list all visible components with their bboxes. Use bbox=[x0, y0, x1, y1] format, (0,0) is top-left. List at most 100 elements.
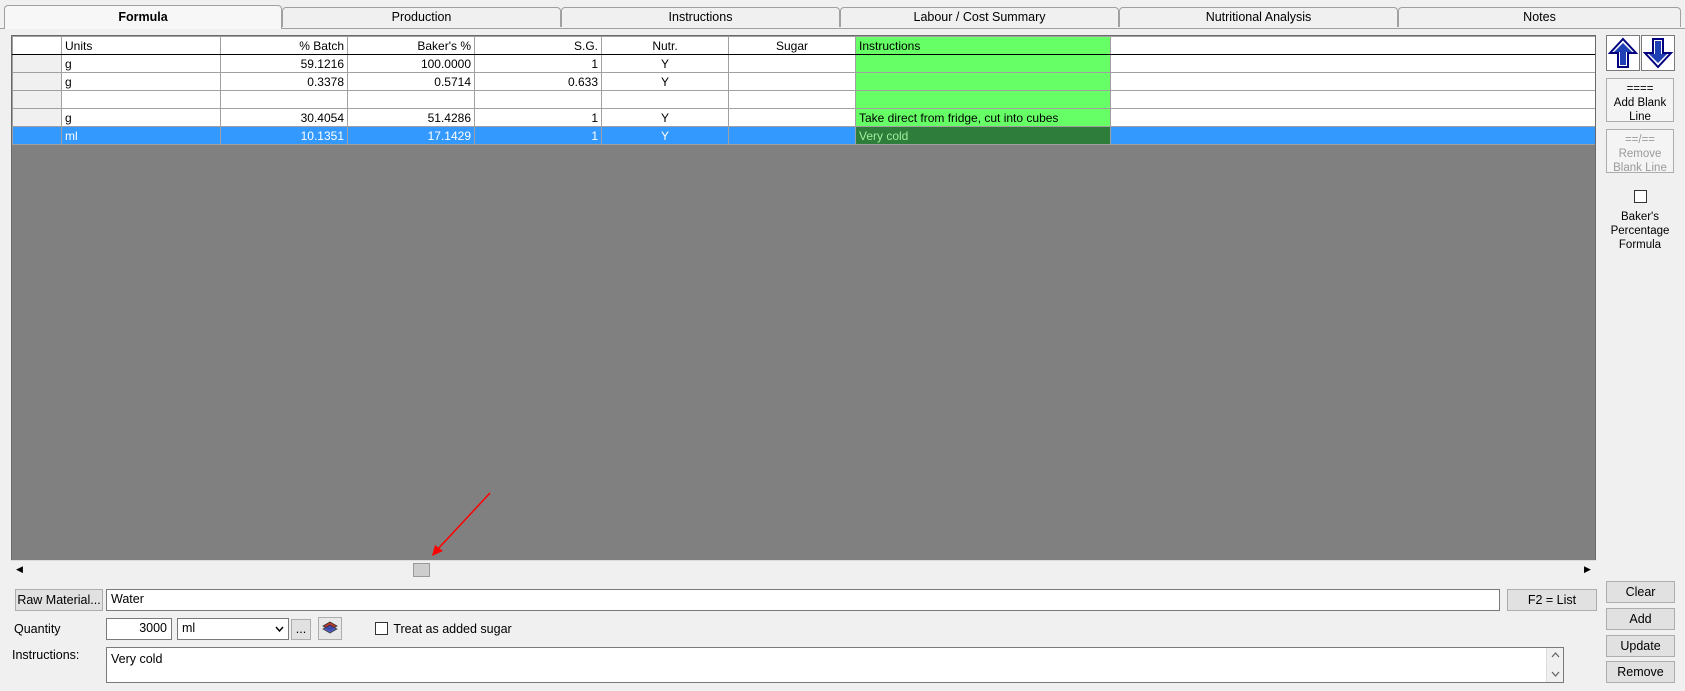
clear-button[interactable]: Clear bbox=[1606, 581, 1675, 603]
cell-sugar[interactable] bbox=[728, 126, 856, 145]
horizontal-scrollbar[interactable]: ◀ ▶ bbox=[11, 560, 1596, 578]
cell-sg[interactable]: 0.633 bbox=[474, 72, 602, 91]
cell-units[interactable]: g bbox=[61, 72, 221, 91]
table-row[interactable]: g 30.4054 51.4286 1 Y Take direct from f… bbox=[12, 108, 1595, 127]
cell-nutr[interactable]: Y bbox=[601, 126, 729, 145]
cell-instructions[interactable] bbox=[855, 54, 1111, 73]
cell-nutr[interactable] bbox=[601, 90, 729, 109]
row-selector[interactable] bbox=[12, 54, 62, 73]
chevron-down-icon[interactable] bbox=[1551, 671, 1560, 677]
cell-instructions[interactable] bbox=[855, 90, 1111, 109]
cell-sugar[interactable] bbox=[728, 54, 856, 73]
bakers-percentage-checkbox[interactable] bbox=[1633, 190, 1647, 204]
table-row-selected[interactable]: ml 10.1351 17.1429 1 Y Very cold bbox=[12, 126, 1595, 145]
scroll-right-arrow-icon[interactable]: ▶ bbox=[1579, 561, 1596, 578]
cell-sugar[interactable] bbox=[728, 108, 856, 127]
row-selector[interactable] bbox=[12, 72, 62, 91]
cell-bakers[interactable]: 51.4286 bbox=[347, 108, 475, 127]
tab-formula[interactable]: Formula bbox=[4, 5, 282, 29]
cell-instructions[interactable]: Very cold bbox=[855, 126, 1111, 145]
table-row[interactable]: g 59.1216 100.0000 1 Y bbox=[12, 54, 1595, 73]
cell-filler bbox=[1110, 72, 1595, 91]
calculator-button[interactable] bbox=[318, 617, 342, 640]
unit-lookup-button[interactable]: ... bbox=[291, 619, 311, 640]
col-header-batch[interactable]: % Batch bbox=[220, 36, 348, 55]
tab-nutritional-analysis[interactable]: Nutritional Analysis bbox=[1119, 7, 1398, 27]
cell-bakers[interactable]: 17.1429 bbox=[347, 126, 475, 145]
cell-bakers[interactable]: 0.5714 bbox=[347, 72, 475, 91]
f2-list-button[interactable]: F2 = List bbox=[1507, 589, 1597, 611]
bakers-percentage-toggle: Baker's Percentage Formula bbox=[1606, 190, 1674, 252]
arrow-up-icon bbox=[1607, 37, 1639, 68]
raw-material-field[interactable]: Water bbox=[106, 589, 1500, 611]
col-header-sg[interactable]: S.G. bbox=[474, 36, 602, 55]
cell-bakers[interactable]: 100.0000 bbox=[347, 54, 475, 73]
row-selector[interactable] bbox=[12, 108, 62, 127]
table-row[interactable]: g 0.3378 0.5714 0.633 Y bbox=[12, 72, 1595, 91]
scroll-left-arrow-icon[interactable]: ◀ bbox=[11, 561, 28, 578]
col-header-bakers[interactable]: Baker's % bbox=[347, 36, 475, 55]
add-blank-line-label-2: Line bbox=[1629, 111, 1651, 123]
tab-instructions[interactable]: Instructions bbox=[561, 7, 840, 27]
tab-bar: Formula Production Instructions Labour /… bbox=[0, 0, 1685, 29]
chevron-up-icon[interactable] bbox=[1551, 652, 1560, 658]
row-selector[interactable] bbox=[12, 90, 62, 109]
remove-blank-line-symbol: ==/== bbox=[1624, 134, 1656, 146]
treat-sugar-checkbox[interactable] bbox=[375, 622, 388, 636]
remove-button[interactable]: Remove bbox=[1606, 661, 1675, 683]
cell-batch[interactable]: 30.4054 bbox=[220, 108, 348, 127]
col-header-instructions[interactable]: Instructions bbox=[855, 36, 1111, 55]
instructions-scrollbar[interactable] bbox=[1546, 648, 1563, 682]
remove-blank-line-button[interactable]: ==/== Remove Blank Line bbox=[1606, 129, 1674, 174]
instructions-label: Instructions: bbox=[12, 648, 80, 662]
move-up-button[interactable] bbox=[1606, 35, 1640, 71]
cell-bakers[interactable] bbox=[347, 90, 475, 109]
raw-material-button[interactable]: Raw Material... bbox=[15, 589, 103, 611]
cell-nutr[interactable]: Y bbox=[601, 72, 729, 91]
tab-labour-cost-summary[interactable]: Labour / Cost Summary bbox=[840, 7, 1119, 27]
cell-sg[interactable]: 1 bbox=[474, 108, 602, 127]
col-header-nutr[interactable]: Nutr. bbox=[601, 36, 729, 55]
row-selector[interactable] bbox=[12, 126, 62, 145]
cell-instructions[interactable] bbox=[855, 72, 1111, 91]
bakers-percentage-label-3: Formula bbox=[1618, 239, 1662, 251]
cell-instructions[interactable]: Take direct from fridge, cut into cubes bbox=[855, 108, 1111, 127]
tab-production[interactable]: Production bbox=[282, 7, 561, 27]
instructions-textarea-value: Very cold bbox=[111, 652, 163, 666]
col-header-units[interactable]: Units bbox=[61, 36, 221, 55]
cell-batch[interactable]: 59.1216 bbox=[220, 54, 348, 73]
cell-nutr[interactable]: Y bbox=[601, 108, 729, 127]
cell-nutr[interactable]: Y bbox=[601, 54, 729, 73]
chevron-down-icon bbox=[275, 626, 284, 632]
move-down-button[interactable] bbox=[1641, 35, 1675, 71]
add-button[interactable]: Add bbox=[1606, 608, 1675, 630]
cell-batch[interactable]: 10.1351 bbox=[220, 126, 348, 145]
cell-filler bbox=[1110, 126, 1595, 145]
update-button[interactable]: Update bbox=[1606, 635, 1675, 657]
cell-batch[interactable]: 0.3378 bbox=[220, 72, 348, 91]
cell-units[interactable]: g bbox=[61, 54, 221, 73]
unit-select[interactable]: ml bbox=[177, 618, 289, 640]
scrollbar-thumb[interactable] bbox=[413, 563, 430, 577]
cell-sg[interactable]: 1 bbox=[474, 54, 602, 73]
col-header-sugar[interactable]: Sugar bbox=[728, 36, 856, 55]
treat-sugar-label: Treat as added sugar bbox=[393, 621, 512, 636]
instructions-textarea[interactable]: Very cold bbox=[106, 647, 1564, 683]
formula-grid[interactable]: Units % Batch Baker's % S.G. Nutr. Sugar… bbox=[11, 35, 1596, 578]
bakers-percentage-label: Baker's bbox=[1621, 211, 1659, 223]
cell-sg[interactable] bbox=[474, 90, 602, 109]
cell-sg[interactable]: 1 bbox=[474, 126, 602, 145]
add-blank-line-button[interactable]: ==== Add Blank Line bbox=[1606, 78, 1674, 123]
cell-units[interactable]: ml bbox=[61, 126, 221, 145]
cell-units[interactable]: g bbox=[61, 108, 221, 127]
treat-sugar-option: Treat as added sugar bbox=[375, 621, 512, 636]
row-selector-header bbox=[12, 36, 62, 55]
table-row[interactable] bbox=[12, 90, 1595, 109]
remove-blank-line-label-2: Blank Line bbox=[1613, 162, 1667, 174]
quantity-field[interactable]: 3000 bbox=[106, 618, 172, 640]
cell-sugar[interactable] bbox=[728, 72, 856, 91]
tab-notes[interactable]: Notes bbox=[1398, 7, 1681, 27]
cell-units[interactable] bbox=[61, 90, 221, 109]
cell-sugar[interactable] bbox=[728, 90, 856, 109]
cell-batch[interactable] bbox=[220, 90, 348, 109]
